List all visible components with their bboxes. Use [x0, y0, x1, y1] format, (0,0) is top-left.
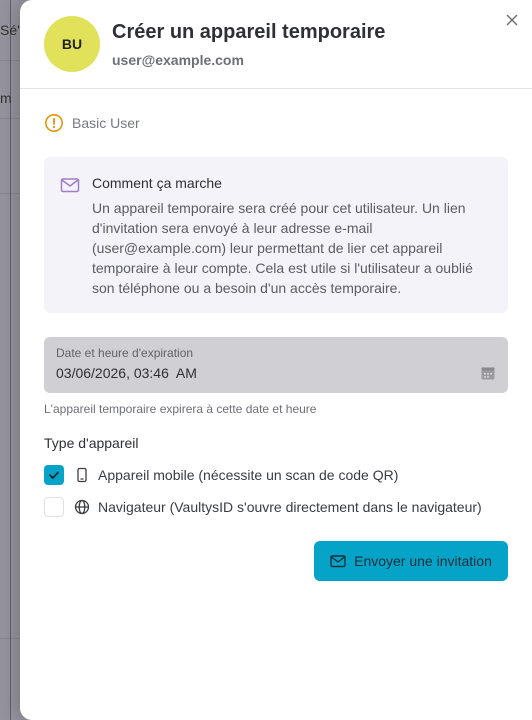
expiration-datetime-input[interactable]: Date et heure d'expiration 03/06/2026, 0…: [44, 337, 508, 393]
mobile-checkbox[interactable]: [44, 465, 64, 485]
alert-circle-icon: [45, 114, 63, 132]
role-label: Basic User: [72, 115, 140, 131]
info-text: Un appareil temporaire sera créé pour ce…: [92, 200, 473, 296]
drawer-title: Créer un appareil temporaire: [112, 21, 386, 43]
check-icon: [49, 471, 59, 479]
browser-option-label: Navigateur (VaultysID s'ouvre directemen…: [98, 499, 482, 515]
expiration-label: Date et heure d'expiration: [56, 346, 194, 360]
browser-checkbox[interactable]: [44, 497, 64, 517]
mail-icon: [330, 555, 346, 568]
device-option-browser[interactable]: Navigateur (VaultysID s'ouvre directemen…: [44, 497, 482, 517]
avatar: BU: [44, 16, 100, 72]
expiration-value[interactable]: 03/06/2026, 03:46 AM: [56, 365, 197, 381]
info-title: Comment ça marche: [92, 175, 222, 191]
user-email: user@example.com: [112, 52, 244, 68]
calendar-icon[interactable]: [480, 365, 496, 381]
globe-icon: [74, 499, 90, 515]
send-invitation-button[interactable]: Envoyer une invitation: [314, 541, 508, 581]
how-it-works-box: Comment ça marche Un appareil temporaire…: [44, 157, 508, 313]
device-type-label: Type d'appareil: [44, 435, 139, 451]
mobile-option-label: Appareil mobile (nécessite un scan de co…: [98, 467, 399, 483]
role-row: Basic User: [44, 113, 140, 133]
smartphone-icon: [74, 467, 90, 483]
create-temporary-device-drawer: BU Créer un appareil temporaire user@exa…: [20, 0, 532, 720]
send-invitation-label: Envoyer une invitation: [354, 553, 492, 569]
mail-icon: [60, 178, 80, 193]
expiration-helper-text: L'appareil temporaire expirera à cette d…: [44, 402, 317, 416]
avatar-initials: BU: [61, 36, 83, 52]
device-option-mobile[interactable]: Appareil mobile (nécessite un scan de co…: [44, 465, 398, 485]
drawer-header: BU Créer un appareil temporaire user@exa…: [44, 16, 532, 88]
header-divider: [20, 88, 532, 89]
